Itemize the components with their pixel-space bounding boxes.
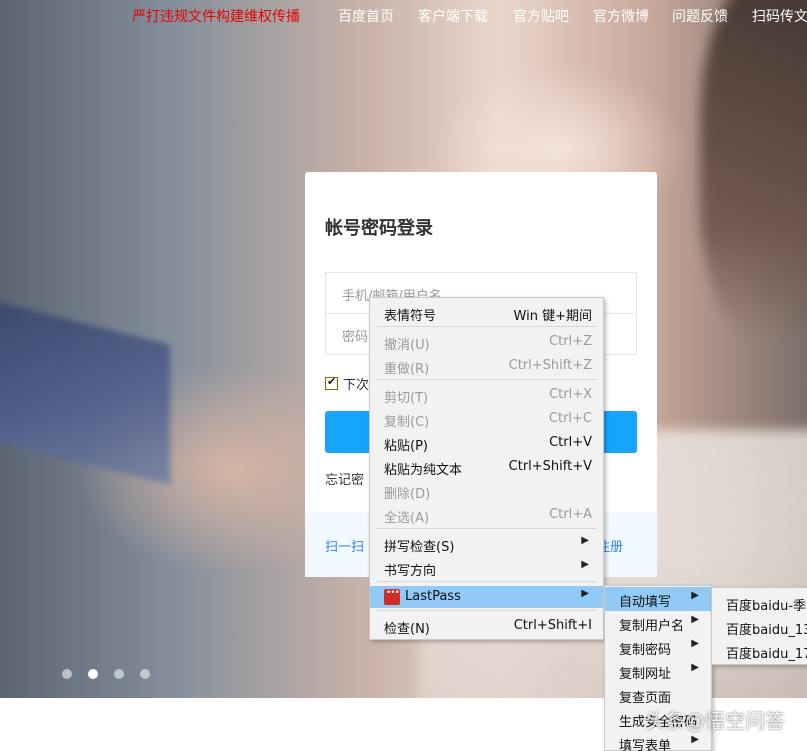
menu-separator [376, 581, 597, 582]
menu-item-label: 复制密码 [619, 643, 672, 658]
background-laptop [0, 295, 170, 485]
menu-item-label: 删除(D) [384, 487, 431, 502]
menu-item-label: 表情符号 [384, 309, 437, 324]
menu-item-label: 撤消(U) [384, 338, 430, 353]
submenu-arrow-icon: ▶ [691, 662, 699, 673]
nav-baidu-home[interactable]: 百度首页 [338, 6, 394, 26]
menu-separator [376, 379, 597, 380]
remember-me[interactable]: 下次 [325, 374, 369, 393]
menu-item-select-all[interactable]: 全选(A) Ctrl+A [370, 504, 603, 526]
autofill-account-item[interactable]: 百度baidu-季 [712, 591, 807, 615]
menu-item-label: 填写表单 [619, 739, 672, 751]
menu-separator [376, 610, 597, 611]
menu-separator [376, 326, 597, 327]
menu-item-paste-plain[interactable]: 粘贴为纯文本 Ctrl+Shift+V [370, 456, 603, 478]
menu-item-copy[interactable]: 复制(C) Ctrl+C [370, 408, 603, 430]
submenu-arrow-icon: ▶ [581, 588, 589, 599]
menu-item-label: 书写方向 [384, 564, 437, 579]
nav-client-download[interactable]: 客户端下载 [418, 6, 488, 26]
remember-checkbox[interactable] [325, 375, 338, 390]
menu-item-delete[interactable]: 删除(D) [370, 480, 603, 502]
menu-item-shortcut: Ctrl+C [548, 411, 592, 426]
menu-item-label: 百度baidu_13 [726, 623, 807, 638]
menu-item-label: 粘贴(P) [384, 439, 428, 454]
menu-item-label: 复制(C) [384, 415, 430, 430]
menu-item-label: 检查(N) [384, 622, 430, 637]
top-navigation: 严打违规文件构建维权传播 百度首页 客户端下载 官方贴吧 官方微博 问题反馈 扫… [0, 0, 807, 32]
nav-scan-upload[interactable]: 扫码传文 [752, 6, 807, 26]
carousel-dot[interactable] [114, 669, 124, 679]
lastpass-item-copy-url[interactable]: 复制网址 ▶ [605, 659, 711, 683]
menu-item-shortcut: Win 键+期间 [513, 309, 592, 324]
scan-login-link[interactable]: 扫一扫 [325, 536, 364, 555]
login-title: 帐号密码登录 [325, 218, 433, 239]
menu-item-cut[interactable]: 剪切(T) Ctrl+X [370, 384, 603, 406]
nav-feedback[interactable]: 问题反馈 [672, 6, 728, 26]
menu-item-label: 复查页面 [619, 691, 672, 706]
menu-item-shortcut: Ctrl+A [549, 507, 592, 522]
lastpass-item-fill-form[interactable]: 填写表单 ▶ [605, 731, 711, 751]
menu-item-undo[interactable]: 撤消(U) Ctrl+Z [370, 331, 603, 353]
carousel-dot[interactable] [140, 669, 150, 679]
autofill-account-item[interactable]: 百度baidu_17 [712, 639, 807, 663]
carousel-dot-active[interactable] [88, 669, 98, 679]
menu-item-shortcut: Ctrl+V [549, 435, 592, 450]
submenu-arrow-icon: ▶ [691, 614, 699, 625]
background-hair [700, 0, 807, 340]
lastpass-item-copy-username[interactable]: 复制用户名 ▶ [605, 611, 711, 635]
lastpass-icon [384, 588, 400, 605]
menu-item-label: 全选(A) [384, 511, 430, 526]
submenu-arrow-icon: ▶ [691, 638, 699, 649]
nav-official-weibo[interactable]: 官方微博 [593, 6, 649, 26]
autofill-account-item[interactable]: 百度baidu_13 [712, 615, 807, 639]
menu-item-spellcheck[interactable]: 拼写检查(S) ▶ [370, 533, 603, 555]
menu-separator [376, 528, 597, 529]
menu-item-label: 剪切(T) [384, 391, 429, 406]
submenu-arrow-icon: ▶ [581, 535, 589, 546]
menu-item-label: 重做(R) [384, 362, 430, 377]
nav-official-tieba[interactable]: 官方贴吧 [513, 6, 569, 26]
menu-item-redo[interactable]: 重做(R) Ctrl+Shift+Z [370, 355, 603, 377]
carousel-dots [62, 669, 166, 679]
menu-item-label: 粘贴为纯文本 [384, 463, 463, 478]
submenu-arrow-icon: ▶ [581, 559, 589, 570]
menu-item-label: 复制用户名 [619, 619, 685, 634]
menu-item-writing-direction[interactable]: 书写方向 ▶ [370, 557, 603, 579]
submenu-arrow-icon: ▶ [691, 590, 699, 601]
submenu-arrow-icon: ▶ [691, 734, 699, 745]
menu-item-label: 百度baidu-季 [726, 599, 807, 614]
menu-item-inspect[interactable]: 检查(N) Ctrl+Shift+I [370, 615, 603, 637]
menu-item-shortcut: Ctrl+X [549, 387, 592, 402]
carousel-dot[interactable] [62, 669, 72, 679]
lastpass-item-copy-password[interactable]: 复制密码 ▶ [605, 635, 711, 659]
menu-item-label: 复制网址 [619, 667, 672, 682]
watermark: 头条@悟空问答 [645, 709, 785, 733]
autofill-submenu: 百度baidu-季 百度baidu_13 百度baidu_17 [711, 587, 807, 665]
menu-item-shortcut: Ctrl+Shift+Z [508, 358, 592, 373]
menu-item-label: 百度baidu_17 [726, 647, 807, 662]
lastpass-item-autofill[interactable]: 自动填写 ▶ [605, 587, 711, 611]
menu-item-label: 拼写检查(S) [384, 540, 455, 555]
context-menu: 表情符号 Win 键+期间 撤消(U) Ctrl+Z 重做(R) Ctrl+Sh… [369, 297, 604, 640]
menu-item-label: LastPass [405, 589, 461, 604]
menu-item-label: 自动填写 [619, 595, 672, 610]
lastpass-item-recheck-page[interactable]: 复查页面 [605, 683, 711, 707]
nav-notice-link[interactable]: 严打违规文件构建维权传播 [132, 6, 300, 26]
remember-label: 下次 [343, 378, 370, 393]
menu-item-lastpass[interactable]: LastPass ▶ [370, 586, 603, 608]
menu-item-emoji[interactable]: 表情符号 Win 键+期间 [370, 302, 603, 324]
menu-item-shortcut: Ctrl+Shift+I [513, 618, 592, 633]
menu-item-shortcut: Ctrl+Z [549, 334, 592, 349]
password-placeholder: 密码 [342, 330, 369, 345]
forgot-password-link[interactable]: 忘记密 [325, 469, 364, 488]
menu-item-paste[interactable]: 粘贴(P) Ctrl+V [370, 432, 603, 454]
menu-item-shortcut: Ctrl+Shift+V [508, 459, 592, 474]
